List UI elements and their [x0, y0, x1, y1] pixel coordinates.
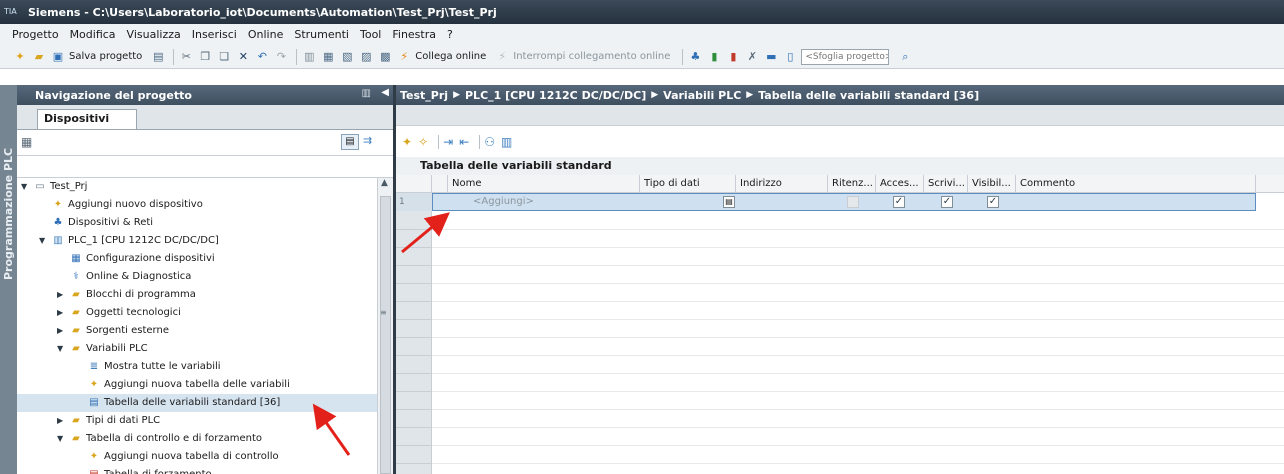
annotation-arrows [312, 212, 450, 456]
red-arrow-add-tag-icon [401, 212, 450, 254]
red-arrow-tag-table-icon [312, 403, 351, 456]
